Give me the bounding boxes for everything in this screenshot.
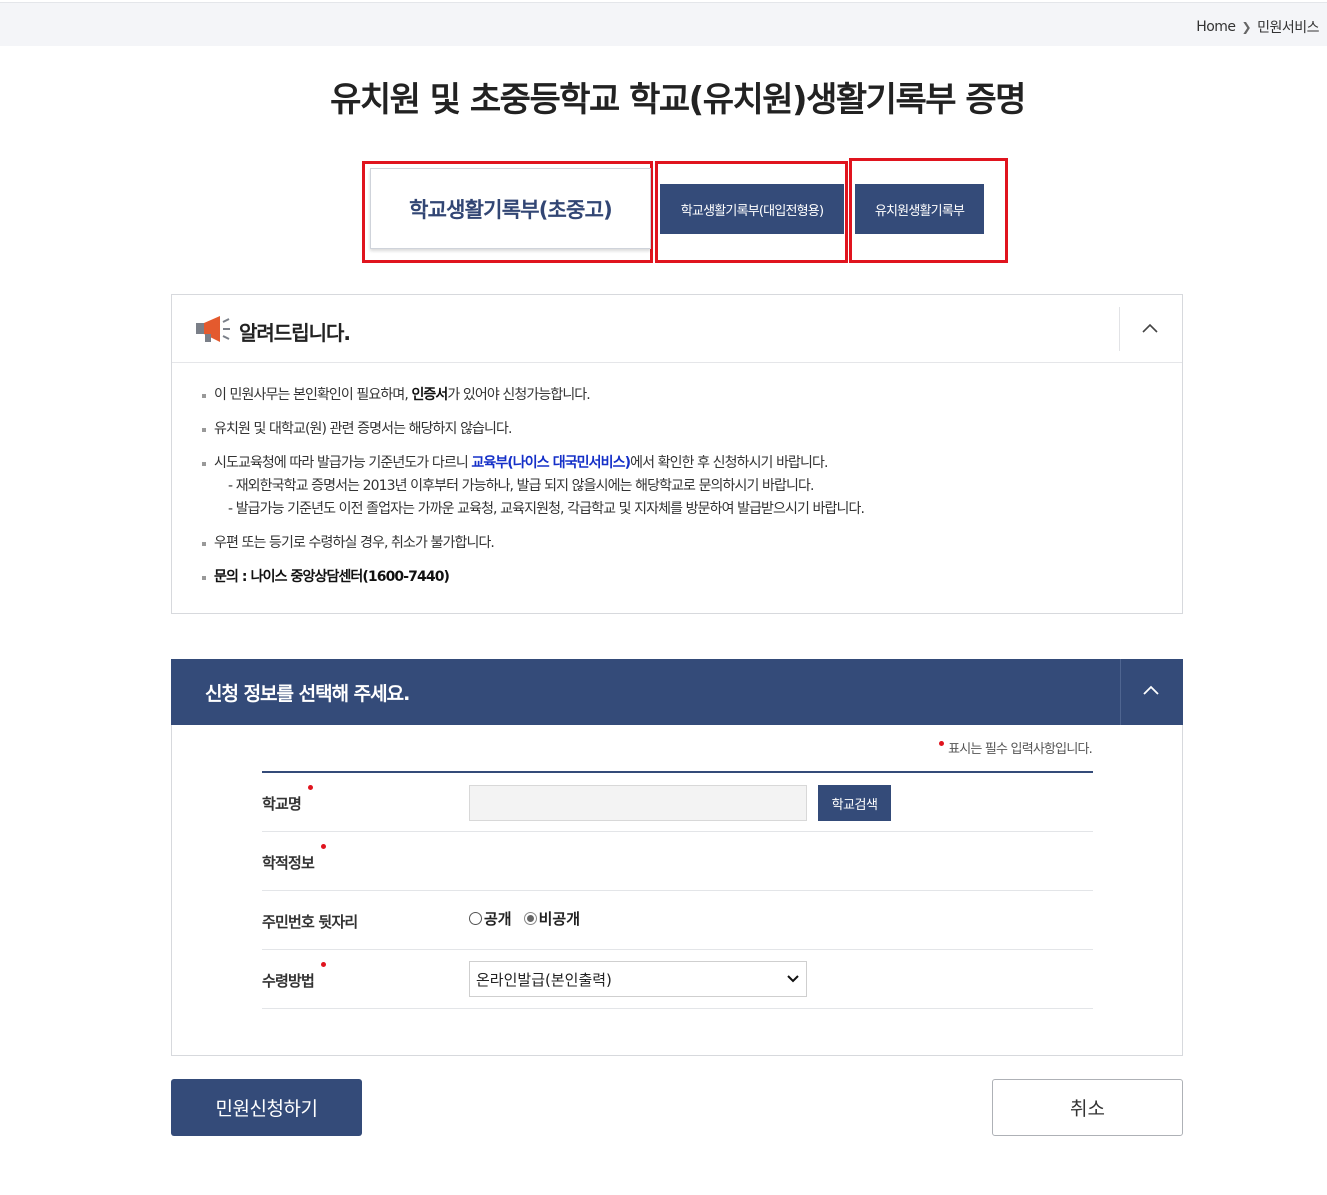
divider — [1119, 307, 1120, 351]
apply-panel: 신청 정보를 선택해 주세요. 표시는 필수 입력사항입니다. 학교명 학교검색… — [171, 659, 1183, 1056]
form-row-school: 학교명 학교검색 — [262, 773, 1093, 832]
notice-subline: - 발급가능 기준년도 이전 졸업자는 가까운 교육청, 교육지원청, 각급학교… — [228, 501, 865, 517]
chevron-up-icon[interactable] — [1141, 681, 1161, 701]
school-search-button[interactable]: 학교검색 — [818, 785, 891, 821]
top-bar: Home ❯ 민원서비스 — [0, 2, 1327, 46]
notice-bold-text: 인증서 — [411, 387, 448, 403]
required-dot-icon — [939, 741, 945, 746]
form-row-record: 학적정보 — [262, 832, 1093, 891]
radio-public[interactable] — [469, 912, 482, 925]
notice-line: 우편 또는 등기로 수령하실 경우, 취소가 불가합니다. — [202, 533, 1182, 553]
notice-header: 알려드립니다. — [172, 295, 1182, 363]
school-label-text: 학교명 — [262, 795, 302, 813]
receive-method-select[interactable]: 온라인발급(본인출력) — [469, 961, 807, 997]
school-name-input[interactable] — [469, 785, 807, 821]
breadcrumb-current[interactable]: 민원서비스 — [1257, 17, 1319, 37]
megaphone-icon — [196, 316, 230, 342]
rrn-radio-group: 공개 비공개 — [469, 908, 580, 929]
notice-title: 알려드립니다. — [239, 321, 351, 345]
notice-text: 에서 확인한 후 신청하시기 바랍니다. — [630, 455, 828, 471]
notice-line: 이 민원사무는 본인확인이 필요하며, 인증서가 있어야 신청가능합니다. — [202, 385, 1182, 405]
chevron-right-icon: ❯ — [1241, 20, 1252, 34]
notice-text: 이 민원사무는 본인확인이 필요하며, — [214, 387, 412, 403]
notice-line: 시도교육청에 따라 발급가능 기준년도가 다르니 교육부(나이스 대국민서비스)… — [202, 453, 1182, 473]
required-dot-icon — [321, 962, 327, 967]
tab-school-record-admission[interactable]: 학교생활기록부(대입전형용) — [660, 184, 844, 234]
radio-private[interactable] — [523, 912, 537, 925]
notice-subline: - 재외한국학교 증명서는 2013년 이후부터 가능하나, 발급 되지 않을시… — [228, 478, 814, 494]
radio-private-label[interactable]: 비공개 — [539, 908, 580, 929]
page-title: 유치원 및 초중등학교 학교(유치원)생활기록부 증명 — [330, 80, 1026, 120]
receive-method-value: 온라인발급(본인출력) — [476, 970, 612, 989]
divider — [1120, 659, 1121, 725]
receive-label-text: 수령방법 — [262, 972, 315, 990]
notice-panel: 알려드립니다. 이 민원사무는 본인확인이 필요하며, 인증서가 있어야 신청가… — [171, 294, 1183, 614]
tab-school-record-elementary[interactable]: 학교생활기록부(초중고) — [370, 168, 651, 249]
chevron-up-icon[interactable] — [1140, 319, 1160, 339]
receive-label: 수령방법 — [262, 962, 327, 991]
record-label-text: 학적정보 — [262, 854, 315, 872]
apply-title: 신청 정보를 선택해 주세요. — [205, 683, 410, 705]
breadcrumb-home[interactable]: Home — [1196, 19, 1236, 35]
moe-neis-link[interactable]: 교육부(나이스 대국민서비스) — [471, 455, 631, 471]
record-label: 학적정보 — [262, 844, 327, 873]
notice-body: 이 민원사무는 본인확인이 필요하며, 인증서가 있어야 신청가능합니다. 유치… — [172, 363, 1182, 587]
rrn-label: 주민번호 뒷자리 — [262, 913, 358, 931]
required-note-text: 표시는 필수 입력사항입니다. — [948, 742, 1093, 757]
required-dot-icon — [321, 844, 327, 849]
cancel-button[interactable]: 취소 — [992, 1079, 1183, 1136]
notice-contact: 문의 : 나이스 중앙상담센터(1600-7440) — [202, 567, 1182, 587]
notice-text: 가 있어야 신청가능합니다. — [447, 387, 590, 403]
required-note: 표시는 필수 입력사항입니다. — [939, 738, 1093, 757]
required-dot-icon — [308, 785, 314, 790]
receive-field: 온라인발급(본인출력) — [469, 961, 807, 997]
school-field — [469, 785, 807, 821]
form-row-receive: 수령방법 온라인발급(본인출력) — [262, 950, 1093, 1009]
radio-public-label[interactable]: 공개 — [484, 908, 512, 929]
notice-line: 유치원 및 대학교(원) 관련 증명서는 해당하지 않습니다. — [202, 419, 1182, 439]
school-label: 학교명 — [262, 785, 314, 814]
tab-kindergarten-record[interactable]: 유치원생활기록부 — [855, 184, 984, 234]
form-row-rrn: 주민번호 뒷자리 공개 비공개 — [262, 891, 1093, 950]
submit-application-button[interactable]: 민원신청하기 — [171, 1079, 362, 1136]
contact-text: 문의 : 나이스 중앙상담센터(1600-7440) — [214, 569, 450, 585]
notice-text: 시도교육청에 따라 발급가능 기준년도가 다르니 — [214, 455, 472, 471]
chevron-down-icon — [787, 975, 799, 983]
apply-form: 학교명 학교검색 학적정보 주민번호 뒷자리 공개 비공개 수령방법 온라인발급… — [262, 771, 1093, 1009]
apply-header: 신청 정보를 선택해 주세요. — [171, 659, 1183, 725]
breadcrumb: Home ❯ 민원서비스 — [1196, 17, 1319, 37]
